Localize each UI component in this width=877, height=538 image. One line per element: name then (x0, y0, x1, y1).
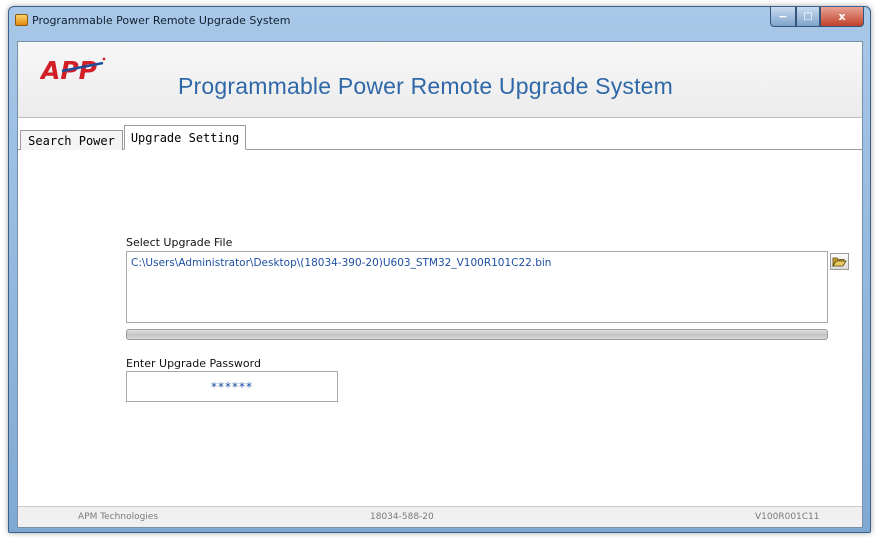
password-value: ****** (211, 379, 253, 394)
app-window: Programmable Power Remote Upgrade System… (8, 6, 871, 533)
tab-search-power[interactable]: Search Power (20, 130, 123, 150)
browse-file-button[interactable] (830, 253, 849, 270)
close-button[interactable]: x (820, 7, 864, 27)
tab-label: Upgrade Setting (130, 130, 240, 145)
app-icon (15, 14, 28, 26)
select-file-label: Select Upgrade File (126, 236, 233, 249)
status-version: V100R001C11 (755, 512, 820, 522)
tab-label: Search Power (28, 133, 115, 148)
window-controls: − □ x (770, 7, 864, 27)
close-icon: x (838, 10, 846, 23)
status-model: 18034-588-20 (370, 512, 434, 522)
minimize-button[interactable]: − (770, 7, 796, 27)
tab-upgrade-setting[interactable]: Upgrade Setting (124, 125, 246, 150)
client-area: APP Programmable Power Remote Upgrade Sy… (17, 41, 863, 528)
page-title: Programmable Power Remote Upgrade System (178, 73, 674, 99)
window-title: Programmable Power Remote Upgrade System (32, 14, 291, 27)
status-company: APM Technologies (78, 512, 159, 522)
header-banner: APP Programmable Power Remote Upgrade Sy… (18, 42, 862, 118)
password-field[interactable]: ****** (126, 371, 338, 402)
maximize-button[interactable]: □ (796, 7, 820, 27)
title-bar[interactable]: Programmable Power Remote Upgrade System… (9, 7, 870, 33)
upgrade-progress-bar (126, 329, 828, 340)
folder-open-icon (832, 257, 847, 267)
upgrade-file-field[interactable]: C:\Users\Administrator\Desktop\(18034-39… (126, 251, 828, 323)
maximize-icon: □ (803, 11, 813, 22)
apm-logo: APP (40, 56, 106, 84)
minimize-icon: − (778, 10, 788, 23)
file-path-text: C:\Users\Administrator\Desktop\(18034-39… (131, 257, 552, 269)
status-bar: APM Technologies 18034-588-20 V100R001C1… (18, 506, 862, 527)
password-label: Enter Upgrade Password (126, 357, 261, 370)
